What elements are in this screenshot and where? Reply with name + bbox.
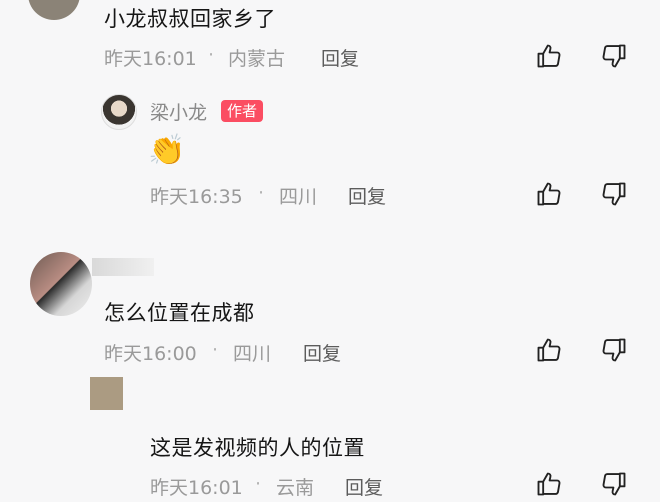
comment-time: 昨天16:00 [104, 343, 197, 365]
thumbs-down-icon[interactable] [600, 180, 628, 208]
reply-author-name[interactable]: 梁小龙 [150, 98, 207, 125]
reply-location: 云南 [276, 477, 315, 499]
thumbs-up-icon[interactable] [535, 180, 563, 208]
reply-button[interactable]: 回复 [345, 473, 383, 500]
reply-button[interactable]: 回复 [321, 44, 359, 71]
thumbs-down-icon[interactable] [600, 470, 628, 498]
thumbs-up-icon[interactable] [535, 42, 563, 70]
reply-time: 昨天16:01 [150, 477, 243, 499]
reply-emoji-text: 👏 [148, 133, 186, 168]
thumbs-up-icon[interactable] [535, 336, 563, 364]
commenter-name-redacted[interactable] [92, 258, 154, 276]
comment-text: 怎么位置在成都 [104, 301, 255, 325]
commenter-avatar[interactable] [28, 0, 80, 20]
comment-text: 小龙叔叔回家乡了 [104, 7, 276, 31]
reply-time: 昨天16:35 [150, 186, 243, 208]
thumbs-up-icon[interactable] [535, 470, 563, 498]
thumbs-down-icon[interactable] [600, 42, 628, 70]
meta-separator: · [212, 339, 219, 361]
author-avatar[interactable] [101, 94, 137, 130]
commenter-avatar[interactable] [30, 252, 92, 316]
comment-location: 内蒙古 [228, 48, 286, 70]
meta-separator: · [208, 44, 215, 66]
reply-location: 四川 [279, 186, 318, 208]
reply-button[interactable]: 回复 [348, 182, 386, 209]
reply-avatar-redacted[interactable] [90, 377, 123, 410]
meta-separator: · [255, 473, 262, 495]
meta-separator: · [258, 182, 265, 204]
comment-time: 昨天16:01 [104, 48, 197, 70]
reply-button[interactable]: 回复 [303, 339, 341, 366]
author-badge: 作者 [221, 100, 264, 122]
thumbs-down-icon[interactable] [600, 336, 628, 364]
reply-text: 这是发视频的人的位置 [150, 436, 365, 460]
comment-location: 四川 [233, 343, 272, 365]
